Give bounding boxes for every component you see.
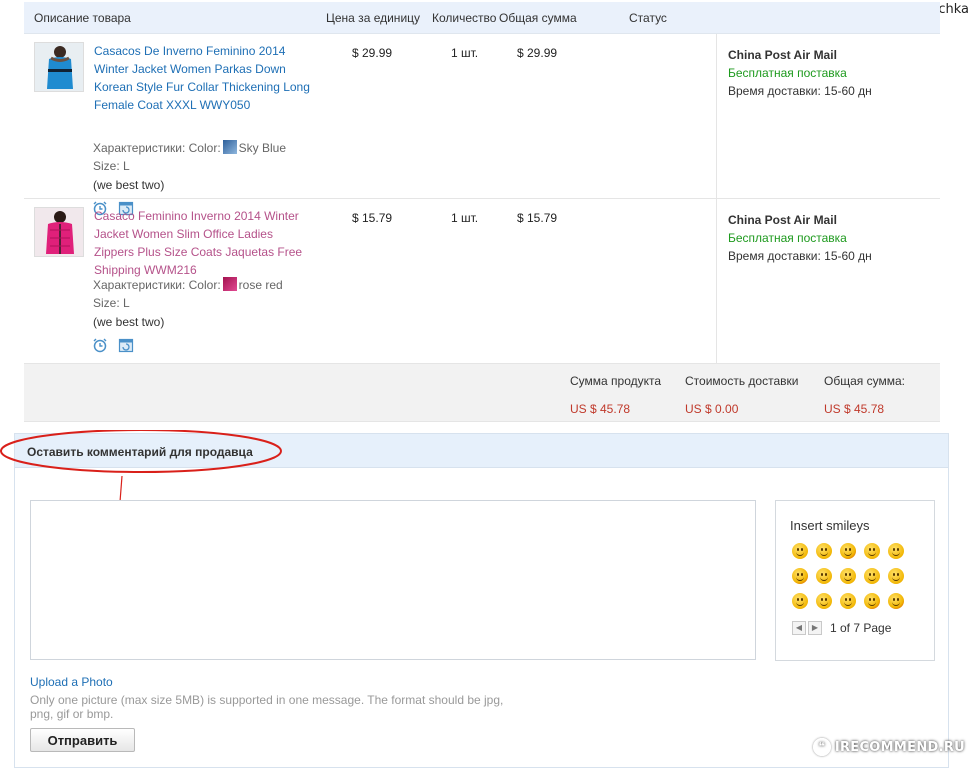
send-button[interactable]: Отправить [30, 728, 135, 752]
products-sum-label: Сумма продукта [570, 374, 662, 388]
smiley-pager: ◀ ▶ 1 of 7 Page [792, 621, 891, 635]
smileys-panel: Insert smileys ◀ ▶ 1 of 7 Page [775, 500, 935, 661]
table-header: Описание товара Цена за единицу Количест… [24, 2, 940, 34]
smiley-icon[interactable] [888, 543, 904, 559]
upload-hint: Only one picture (max size 5MB) is suppo… [30, 693, 504, 721]
header-quantity: Количество [432, 11, 497, 25]
smiley-icon[interactable] [792, 543, 808, 559]
shipping-cost-value: US $ 0.00 [685, 402, 739, 416]
delivery-time: Время доставки: 15-60 дн [728, 249, 872, 263]
grand-total-label: Общая сумма: [824, 374, 905, 388]
grand-total-value: US $ 45.78 [824, 402, 885, 416]
line-total: $ 29.99 [517, 46, 558, 60]
smiley-icon[interactable] [792, 593, 808, 609]
pager-text: 1 of 7 Page [830, 621, 892, 635]
unit-price: $ 15.79 [352, 211, 393, 225]
product-size: Size: L [93, 296, 130, 310]
smiley-icon[interactable] [888, 593, 904, 609]
table-row: Casacos De Inverno Feminino 2014 Winter … [24, 34, 940, 216]
color-swatch [222, 140, 237, 154]
smiley-icon[interactable] [792, 568, 808, 584]
smiley-icon[interactable] [840, 568, 856, 584]
smileys-title: Insert smileys [790, 518, 870, 533]
smiley-grid [792, 543, 904, 609]
product-note: (we best two) [93, 178, 165, 192]
arrow-left-icon[interactable]: ◀ [792, 621, 806, 635]
products-sum-value: US $ 45.78 [570, 402, 631, 416]
smiley-icon[interactable] [864, 568, 880, 584]
smiley-icon[interactable] [816, 568, 832, 584]
smiley-icon[interactable] [816, 543, 832, 559]
shipping-info: China Post Air Mail Бесплатная поставка … [728, 46, 872, 100]
line-total: $ 15.79 [517, 211, 558, 225]
upload-photo-link[interactable]: Upload a Photo [30, 675, 113, 689]
product-size: Size: L [93, 159, 130, 173]
shipping-carrier: China Post Air Mail [728, 213, 837, 227]
header-total: Общая сумма [499, 11, 577, 25]
smiley-icon[interactable] [816, 593, 832, 609]
product-properties: Характеристики: Color: Sky Blue [93, 140, 287, 155]
quantity: 1 шт. [451, 211, 479, 225]
quantity: 1 шт. [451, 46, 479, 60]
arrow-right-icon[interactable]: ▶ [808, 621, 822, 635]
smiley-icon[interactable] [840, 543, 856, 559]
recommend-watermark: ❝ IRECOMMEND.RU [812, 738, 965, 756]
smiley-icon[interactable] [864, 593, 880, 609]
delivery-time: Время доставки: 15-60 дн [728, 84, 872, 98]
order-totals: Сумма продукта US $ 45.78 Стоимость дост… [24, 364, 940, 422]
product-note: (we best two) [93, 315, 165, 329]
product-thumbnail[interactable] [34, 42, 84, 92]
unit-price: $ 29.99 [352, 46, 393, 60]
product-title-link[interactable]: Casaco Feminino Inverno 2014 Winter Jack… [94, 207, 316, 279]
alarm-clock-icon[interactable] [92, 337, 108, 353]
shipping-carrier: China Post Air Mail [728, 48, 837, 62]
free-shipping-label: Бесплатная поставка [728, 66, 847, 80]
free-shipping-label: Бесплатная поставка [728, 231, 847, 245]
comment-panel-header: Оставить комментарий для продавца [15, 434, 948, 468]
shipping-cost-label: Стоимость доставки [685, 374, 799, 388]
product-properties: Характеристики: Color: rose red [93, 277, 283, 292]
product-title-link[interactable]: Casacos De Inverno Feminino 2014 Winter … [94, 42, 316, 114]
recommend-text: IRECOMMEND.RU [834, 739, 965, 755]
color-swatch [222, 277, 237, 291]
header-description: Описание товара [34, 11, 131, 25]
calendar-refresh-icon[interactable] [118, 337, 134, 353]
item-actions [92, 337, 134, 353]
header-unit-price: Цена за единицу [326, 11, 421, 25]
product-thumbnail[interactable] [34, 207, 84, 257]
smiley-icon[interactable] [888, 568, 904, 584]
comment-title: Оставить комментарий для продавца [27, 445, 253, 459]
table-row: Casaco Feminino Inverno 2014 Winter Jack… [24, 199, 940, 364]
order-items-table: Описание товара Цена за единицу Количест… [24, 2, 940, 422]
smiley-icon[interactable] [840, 593, 856, 609]
comment-textarea[interactable] [30, 500, 756, 660]
smiley-icon[interactable] [864, 543, 880, 559]
header-status: Статус [629, 11, 667, 25]
shipping-info: China Post Air Mail Бесплатная поставка … [728, 211, 872, 265]
recommend-logo-icon: ❝ [812, 738, 831, 756]
